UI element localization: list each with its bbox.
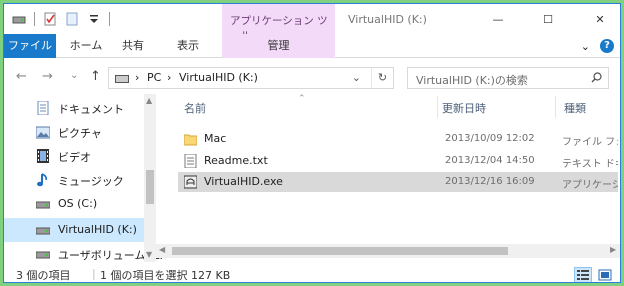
details-view-button[interactable]	[574, 267, 592, 282]
column-header-name[interactable]: 名前	[184, 100, 206, 116]
item-count: 3 個の項目	[16, 269, 71, 282]
scroll-up-icon[interactable]: ▲	[146, 96, 152, 105]
refresh-icon[interactable]: ↻	[371, 68, 393, 88]
navigation-bar: ← → ⌄ ↑ › PC › VirtualHID (K:) ⌄ ↻ Virtu…	[4, 62, 620, 92]
nav-item-label: ビデオ	[58, 151, 91, 164]
nav-pane-scrollbar[interactable]: ▲ ▼	[144, 94, 156, 262]
tab-share[interactable]: 共有	[116, 34, 150, 58]
maximize-button[interactable]: ☐	[528, 4, 568, 34]
status-bar: 3 個の項目 | 1 個の項目を選択 127 KB	[4, 262, 620, 282]
properties-icon[interactable]	[43, 12, 57, 26]
nav-item-label: ミュージック	[58, 175, 124, 188]
drive-icon	[35, 247, 51, 261]
file-type: ファイル フォルダー	[562, 137, 618, 148]
pictures-icon	[35, 125, 51, 139]
text-file-icon	[184, 153, 197, 169]
ribbon-tabs: ファイル ホーム 共有 表示 管理 ⌄ ?	[4, 34, 620, 58]
nav-item-label: ピクチャ	[58, 127, 102, 140]
recent-locations-button[interactable]: ⌄	[70, 70, 78, 81]
nav-item-documents[interactable]: ドキュメント	[4, 96, 144, 120]
scroll-right-icon[interactable]: ▶	[610, 245, 616, 254]
nav-item-videos[interactable]: ビデオ	[4, 144, 144, 168]
search-box[interactable]: VirtualHID (K:)の検索	[407, 67, 609, 89]
file-name: Mac	[204, 132, 227, 145]
explorer-window: アプリケーション ツール VirtualHID (K:) — ☐ ✕ ファイル …	[3, 3, 621, 283]
title-bar[interactable]: アプリケーション ツール VirtualHID (K:) — ☐ ✕	[4, 4, 620, 42]
toolbar-divider	[109, 12, 110, 26]
file-date: 2013/12/04 14:50	[445, 155, 535, 166]
ribbon-controls: ⌄ ?	[581, 39, 614, 53]
navigation-pane: ドキュメント ピクチャ ビデオ ミュージック OS (C:) VirtualHI…	[4, 94, 163, 262]
videos-icon	[36, 149, 50, 163]
file-row[interactable]: Readme.txt 2013/12/04 14:50 テキスト ドキュメント	[178, 151, 618, 171]
status-divider: |	[92, 267, 96, 280]
file-list: ⌃ 名前 更新日時 種類 Mac 2013/10/09 12:02 ファイル フ…	[156, 94, 620, 262]
context-tab-header: アプリケーション ツール	[222, 4, 335, 42]
file-type: アプリケーション	[562, 180, 618, 191]
drive-icon[interactable]	[12, 12, 26, 26]
nav-item-music[interactable]: ミュージック	[4, 168, 144, 192]
file-type: テキスト ドキュメント	[562, 159, 618, 170]
tab-manage[interactable]: 管理	[222, 34, 335, 58]
scrollbar-thumb[interactable]	[146, 170, 154, 204]
nav-item-pictures[interactable]: ピクチャ	[4, 120, 144, 144]
nav-item-os-drive[interactable]: OS (C:)	[4, 192, 144, 216]
minimize-button[interactable]: —	[478, 4, 518, 34]
nav-item-virtualhid-drive[interactable]: VirtualHID (K:)	[4, 218, 144, 242]
expand-ribbon-icon[interactable]: ⌄	[581, 40, 590, 53]
tab-file[interactable]: ファイル	[4, 34, 56, 58]
tab-view[interactable]: 表示	[168, 34, 208, 58]
file-name: VirtualHID.exe	[204, 175, 283, 188]
window-title: VirtualHID (K:)	[348, 13, 427, 26]
toolbar-divider	[34, 12, 35, 26]
large-icons-view-icon	[598, 269, 612, 281]
file-row[interactable]: VirtualHID.exe 2013/12/16 16:09 アプリケーション	[178, 172, 618, 192]
computer-icon	[115, 75, 129, 83]
folder-icon	[183, 132, 198, 146]
file-date: 2013/12/16 16:09	[445, 176, 535, 187]
drive-icon	[35, 197, 51, 211]
file-name: Readme.txt	[204, 154, 268, 167]
details-view-icon	[577, 270, 589, 280]
search-icon[interactable]	[591, 72, 602, 83]
selection-info: 1 個の項目を選択 127 KB	[100, 269, 231, 282]
scrollbar-thumb[interactable]	[172, 247, 508, 255]
close-button[interactable]: ✕	[580, 4, 620, 34]
file-date: 2013/10/09 12:02	[445, 133, 535, 144]
new-folder-icon[interactable]	[65, 12, 79, 26]
nav-item-label: VirtualHID (K:)	[58, 223, 137, 236]
column-header-date[interactable]: 更新日時	[442, 100, 486, 116]
exe-icon	[183, 175, 198, 189]
breadcrumb-drive[interactable]: VirtualHID (K:)	[179, 71, 258, 84]
breadcrumb-pc[interactable]: PC	[147, 71, 161, 84]
file-list-scrollbar[interactable]: ◀ ▶	[156, 244, 620, 258]
help-icon[interactable]: ?	[600, 39, 614, 53]
quick-access-toolbar	[12, 12, 110, 26]
scroll-left-icon[interactable]: ◀	[159, 245, 165, 254]
address-dropdown-icon[interactable]: ⌄	[352, 71, 361, 84]
documents-icon	[36, 100, 50, 116]
back-button[interactable]: ←	[16, 69, 27, 84]
scroll-down-icon[interactable]: ▼	[146, 250, 152, 259]
crumb-separator[interactable]: ›	[167, 71, 171, 84]
nav-item-label: ドキュメント	[58, 103, 124, 116]
nav-item-label: OS (C:)	[58, 197, 98, 210]
column-divider[interactable]	[555, 96, 556, 118]
forward-button[interactable]: →	[42, 69, 53, 84]
file-row[interactable]: Mac 2013/10/09 12:02 ファイル フォルダー	[178, 129, 618, 149]
tab-home[interactable]: ホーム	[64, 34, 108, 58]
column-header-type[interactable]: 種類	[564, 100, 586, 116]
search-placeholder: VirtualHID (K:)の検索	[416, 74, 528, 87]
up-button[interactable]: ↑	[90, 69, 101, 84]
crumb-separator[interactable]: ›	[135, 71, 139, 84]
column-divider[interactable]	[437, 96, 438, 118]
sort-arrow-icon: ⌃	[298, 94, 306, 104]
address-bar[interactable]: › PC › VirtualHID (K:) ⌄ ↻	[108, 67, 394, 89]
music-icon	[36, 173, 50, 187]
customize-qat-icon[interactable]	[87, 12, 101, 26]
large-icons-view-button[interactable]	[596, 267, 614, 282]
drive-icon	[35, 223, 51, 237]
